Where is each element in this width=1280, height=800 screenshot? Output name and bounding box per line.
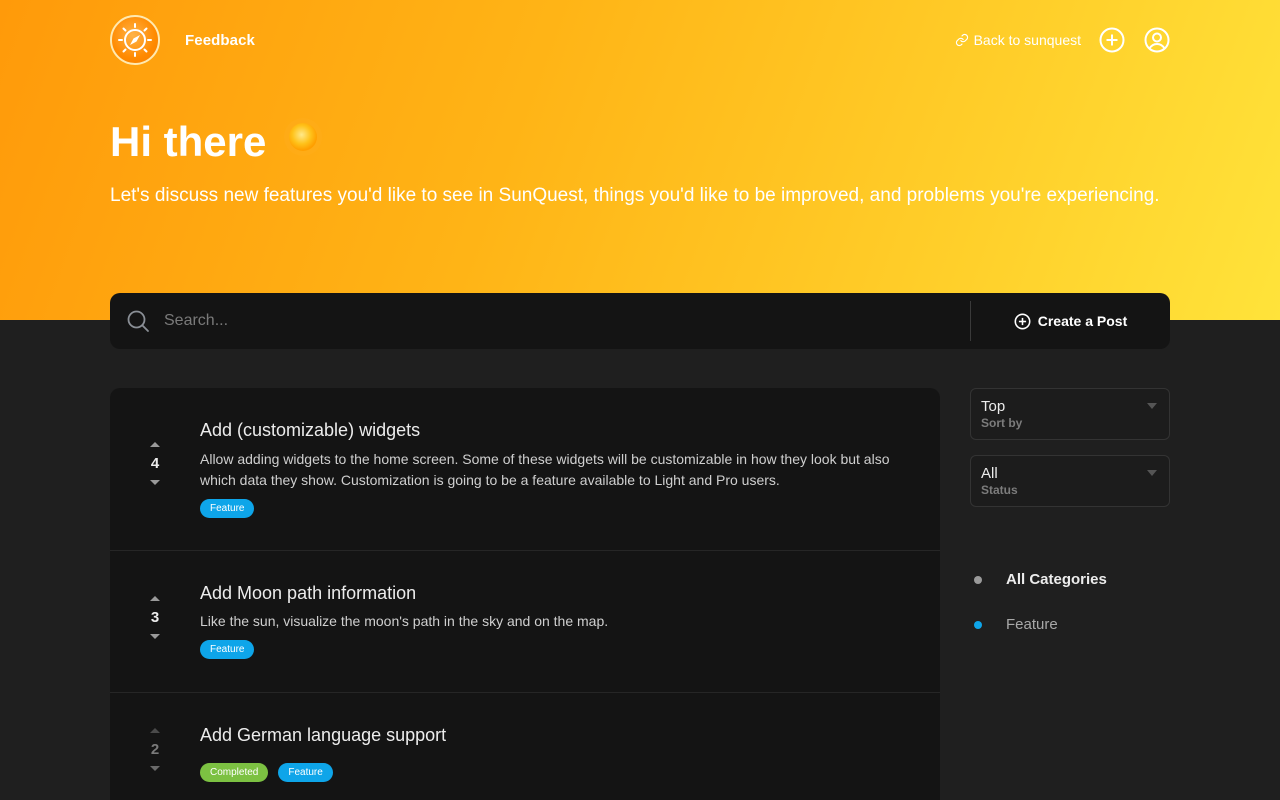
tag-feature[interactable]: Feature — [278, 763, 333, 782]
post-title[interactable]: Add Moon path information — [200, 583, 918, 604]
hero-title-text: Hi there — [110, 118, 267, 165]
post-content: Add (customizable) widgets Allow adding … — [200, 420, 918, 518]
top-navigation: Feedback Back to sunquest — [110, 15, 1170, 65]
category-dot-icon — [974, 575, 982, 584]
tag-completed[interactable]: Completed — [200, 763, 269, 782]
search-input[interactable] — [164, 301, 970, 341]
sun-icon — [282, 116, 324, 168]
plus-circle-icon — [1014, 313, 1031, 329]
vote-control: 3 — [140, 594, 170, 641]
user-account-button[interactable] — [1144, 27, 1170, 53]
page-title: Hi there — [110, 116, 324, 168]
post-content: Add German language support Completed Fe… — [200, 725, 918, 782]
vote-count: 4 — [150, 455, 160, 472]
caret-down-icon — [1147, 403, 1157, 409]
sort-by-select[interactable]: Top Sort by — [970, 388, 1170, 440]
sort-by-label: Sort by — [981, 416, 1023, 430]
category-list: All Categories Feature — [970, 557, 1170, 647]
post-tags: Feature — [200, 640, 918, 659]
hero-subtitle: Let's discuss new features you'd like to… — [110, 185, 1160, 206]
search-icon — [127, 310, 149, 332]
post-description: Like the sun, visualize the moon's path … — [200, 613, 609, 629]
post-tags: Feature — [200, 499, 918, 518]
post-item[interactable]: 2 Add German language support Completed … — [110, 693, 940, 800]
status-value: All — [981, 465, 998, 482]
downvote-arrow-icon[interactable] — [149, 633, 161, 641]
post-description: Allow adding widgets to the home screen.… — [200, 451, 890, 488]
upvote-arrow-icon[interactable] — [149, 726, 161, 734]
category-label: Feature — [1006, 616, 1058, 633]
vote-control: 4 — [140, 440, 170, 487]
vote-count: 3 — [150, 609, 160, 626]
vote-count: 2 — [150, 741, 160, 758]
link-icon — [955, 33, 968, 47]
search-bar: Create a Post — [110, 293, 1170, 349]
category-feature[interactable]: Feature — [970, 602, 1170, 647]
back-to-sunquest-link[interactable]: Back to sunquest — [955, 32, 1081, 48]
post-tags: Completed Feature — [200, 763, 918, 782]
status-label: Status — [981, 483, 1018, 497]
create-post-label: Create a Post — [1037, 313, 1128, 329]
sunquest-logo-icon[interactable] — [110, 15, 160, 65]
post-title[interactable]: Add German language support — [200, 725, 918, 746]
downvote-arrow-icon[interactable] — [149, 765, 161, 773]
upvote-arrow-icon[interactable] — [149, 594, 161, 602]
tag-feature[interactable]: Feature — [200, 640, 255, 659]
create-post-button[interactable]: Create a Post — [971, 293, 1170, 349]
plus-circle-icon — [1099, 27, 1125, 53]
upvote-arrow-icon[interactable] — [149, 440, 161, 448]
tag-feature[interactable]: Feature — [200, 499, 255, 518]
post-title[interactable]: Add (customizable) widgets — [200, 420, 918, 441]
add-post-button[interactable] — [1099, 27, 1125, 53]
brand-label[interactable]: Feedback — [185, 32, 255, 49]
post-content: Add Moon path information Like the sun, … — [200, 583, 918, 659]
caret-down-icon — [1147, 470, 1157, 476]
status-select[interactable]: All Status — [970, 455, 1170, 507]
category-label: All Categories — [1006, 571, 1107, 588]
downvote-arrow-icon[interactable] — [149, 479, 161, 487]
category-dot-icon — [974, 620, 982, 629]
sort-by-value: Top — [981, 398, 1006, 415]
back-link-label: Back to sunquest — [973, 32, 1081, 48]
post-item[interactable]: 3 Add Moon path information Like the sun… — [110, 551, 940, 693]
topbar-actions: Back to sunquest — [955, 27, 1170, 53]
post-item[interactable]: 4 Add (customizable) widgets Allow addin… — [110, 388, 940, 551]
filter-sidebar: Top Sort by All Status All Categories Fe… — [970, 388, 1170, 647]
post-list: 4 Add (customizable) widgets Allow addin… — [110, 388, 940, 800]
vote-control: 2 — [140, 726, 170, 773]
user-circle-icon — [1144, 27, 1170, 53]
category-all[interactable]: All Categories — [970, 557, 1170, 602]
